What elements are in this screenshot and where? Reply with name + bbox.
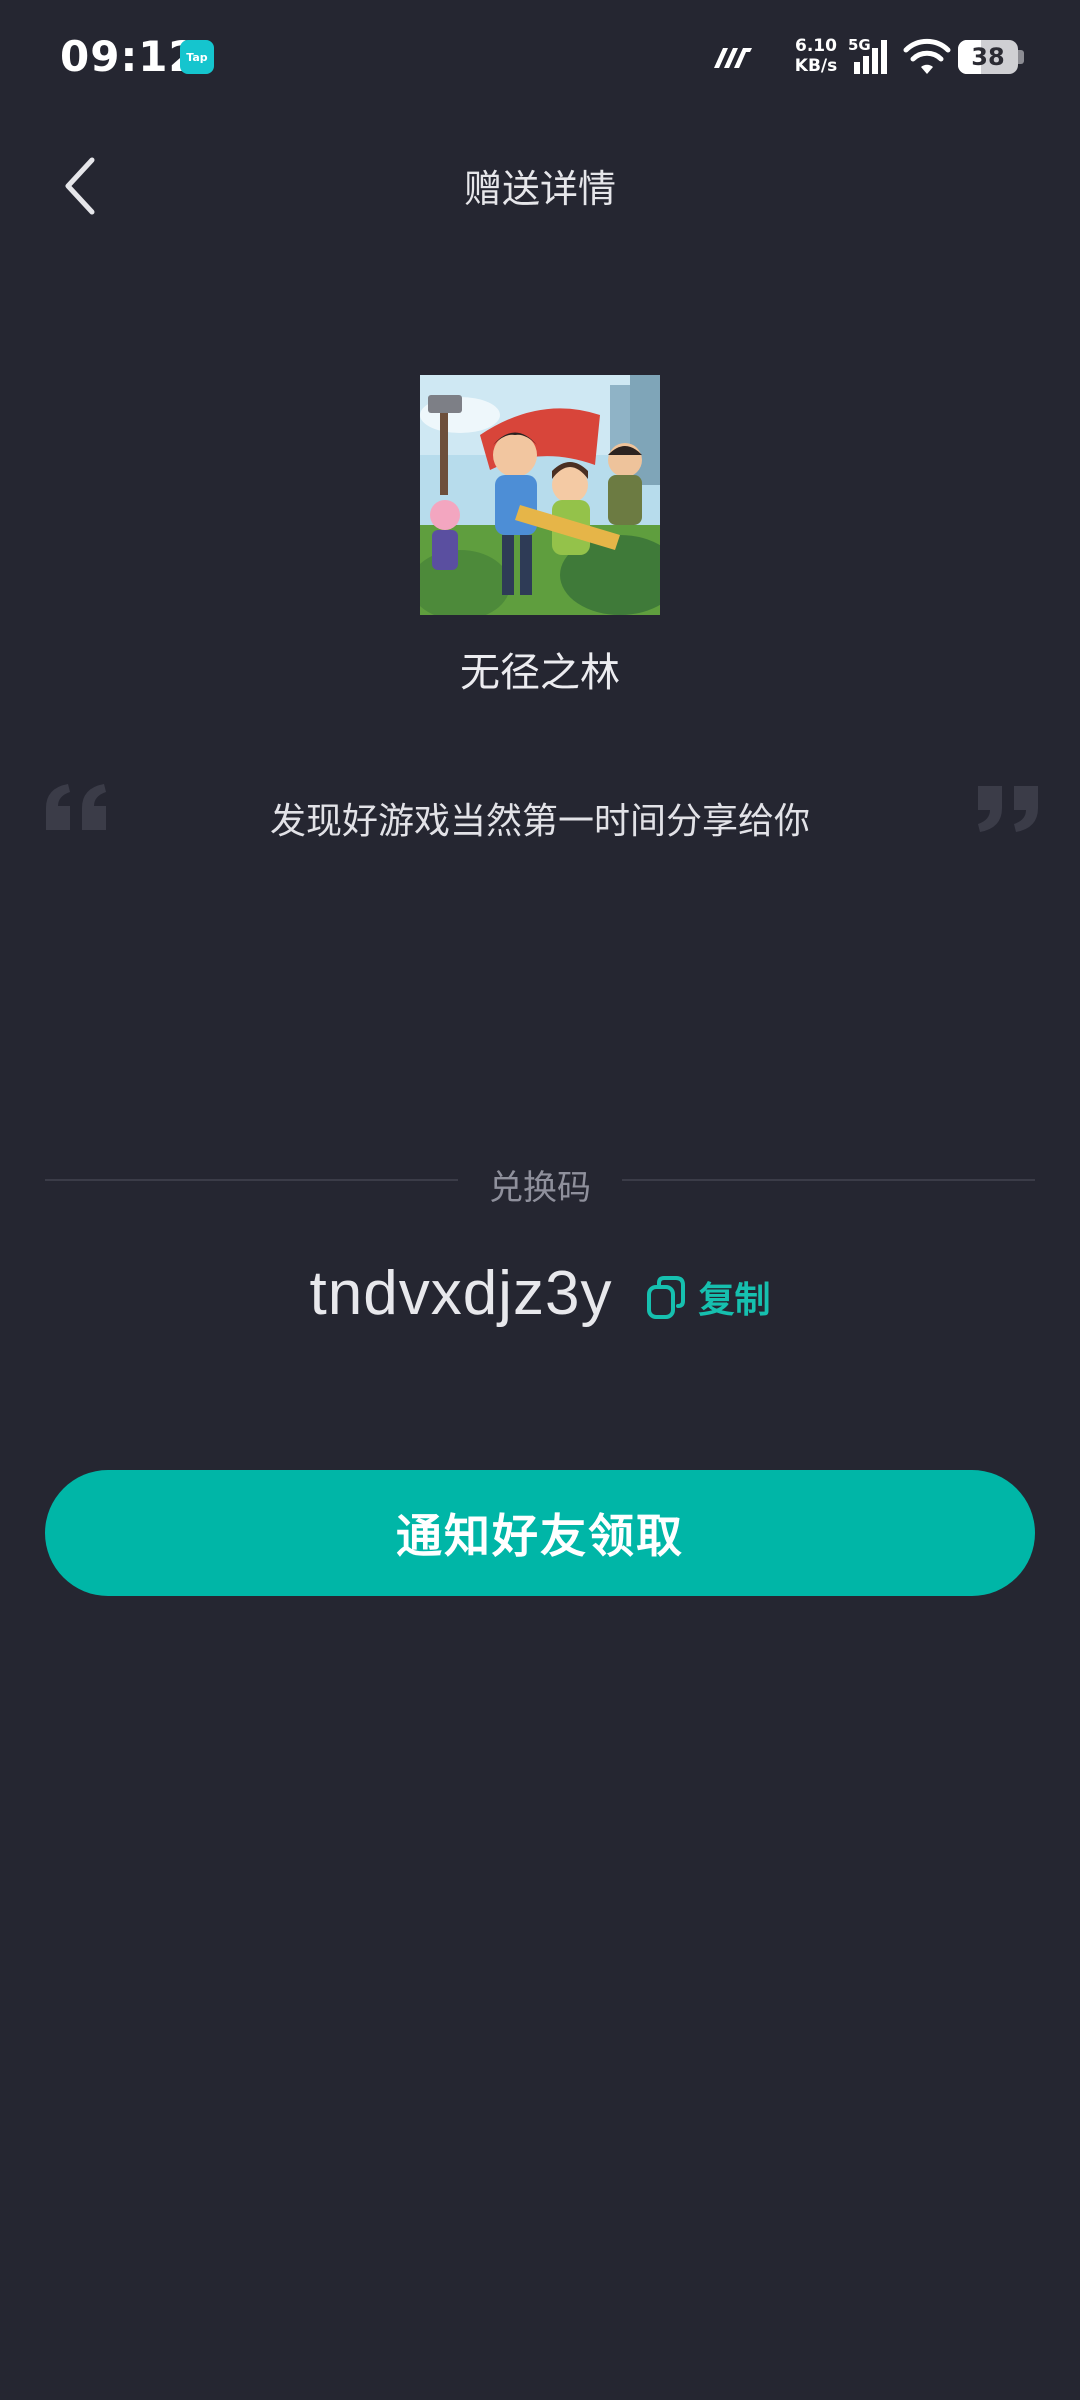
signal-bars-icon: [854, 40, 887, 74]
page-title: 赠送详情: [463, 167, 616, 211]
cell-signal: 5G: [848, 36, 896, 76]
copy-icon: [647, 1275, 686, 1319]
game-cover-image: [420, 375, 660, 615]
status-icons: 6.10 KB/s 5G 38: [680, 0, 1080, 118]
battery-percent: 38: [971, 43, 1005, 71]
share-message: 发现好游戏当然第一时间分享给你: [269, 801, 810, 842]
network-speed-value: 6.10: [795, 36, 837, 56]
redeem-code-label: 兑换码: [489, 1168, 591, 1208]
network-speed-unit: KB/s: [794, 56, 838, 76]
battery-indicator: 38: [958, 40, 1018, 74]
copy-button[interactable]: 复制: [646, 1271, 770, 1323]
divider-right: [622, 1179, 1035, 1181]
close-quote-icon: [978, 786, 1038, 832]
game-cover-art: [420, 375, 660, 615]
tap-app-icon: Tap: [180, 40, 214, 74]
notify-friend-button[interactable]: 通知好友领取: [45, 1470, 1035, 1596]
battery-tip: [1018, 50, 1024, 64]
copy-label: 复制: [698, 1279, 771, 1321]
wifi-icon: [903, 38, 951, 74]
redeem-code-row: tndvxdjz3y 复制: [0, 1258, 1080, 1329]
redeem-code-value: tndvxdjz3y: [309, 1259, 613, 1328]
status-bar: 09:12 Tap 6.10 KB/s 5G 38: [0, 0, 1080, 118]
status-time: 09:12: [60, 32, 199, 81]
carrier-logo-icon: [714, 48, 752, 68]
network-speed: 6.10 KB/s: [788, 36, 844, 76]
game-name: 无径之林: [460, 650, 620, 696]
